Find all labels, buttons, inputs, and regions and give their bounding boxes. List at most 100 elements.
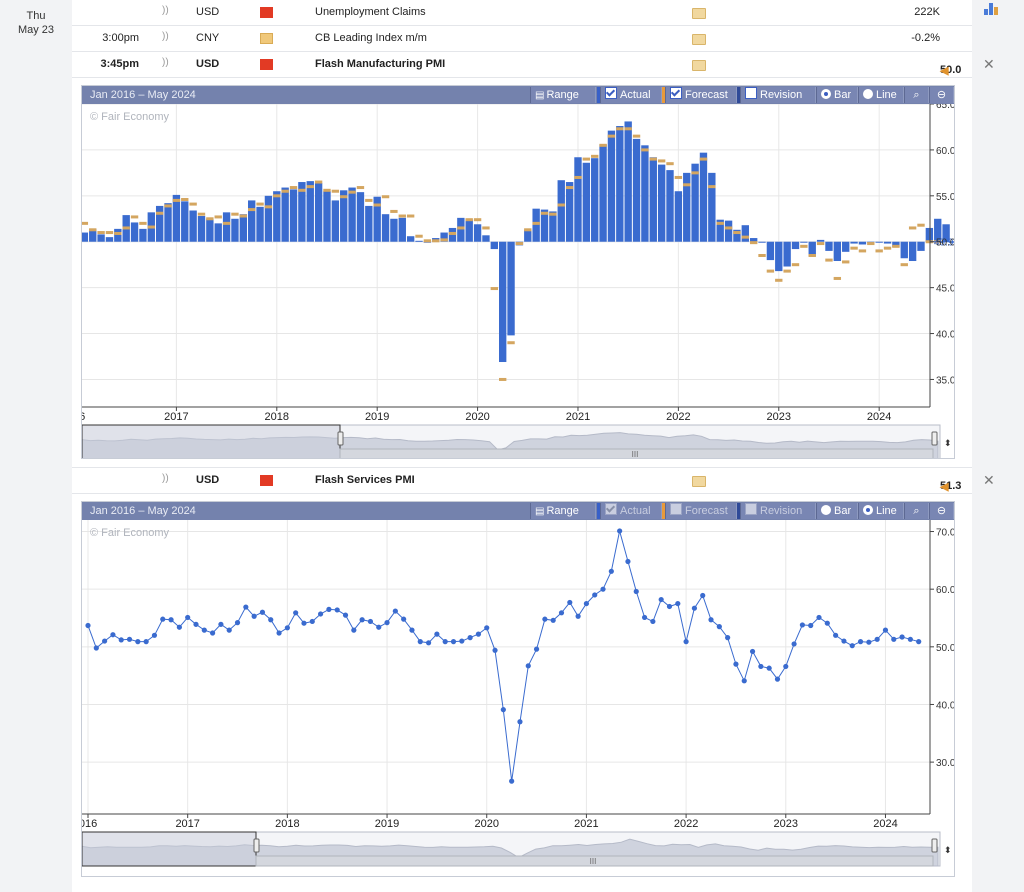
forecast-tick: [440, 238, 448, 242]
data-point: [633, 588, 639, 595]
forecast-tick: [239, 214, 248, 218]
forecast-tick: [172, 198, 181, 202]
magnifier-icon: ⌕: [913, 89, 920, 101]
data-point: [749, 648, 756, 655]
event-row-unemployment[interactable]: )) USD Unemployment Claims 222K: [72, 0, 972, 26]
close-chart-icon[interactable]: ✕: [983, 56, 995, 73]
forecast-tick: [306, 185, 314, 189]
data-point: [118, 637, 124, 643]
event-title[interactable]: Unemployment Claims: [315, 6, 426, 18]
event-title[interactable]: Flash Manufacturing PMI: [315, 58, 445, 70]
series-line: [87, 530, 919, 782]
x-tick-label: 2022: [674, 818, 698, 830]
forecast-tick: [231, 212, 239, 216]
detail-folder-icon[interactable]: [692, 34, 706, 45]
bar-actual: [172, 194, 181, 242]
data-point: [459, 638, 465, 644]
bar-actual: [331, 200, 340, 242]
line-mode-radio[interactable]: Line: [858, 87, 904, 103]
low-impact-icon[interactable]: [260, 33, 273, 44]
navigator-handle-left: [253, 838, 260, 853]
bar-actual: [97, 234, 105, 242]
actual-label: Actual: [620, 89, 651, 101]
forecast-tick: [758, 254, 766, 257]
bar-actual: [724, 220, 733, 242]
bar-actual: [591, 158, 599, 242]
line-mode-radio[interactable]: Line: [858, 503, 904, 519]
zoom-in-button[interactable]: ⌕: [904, 503, 929, 519]
bar-actual: [189, 210, 197, 242]
forecast-tick: [197, 212, 206, 216]
zoom-out-button[interactable]: ⊖: [929, 503, 954, 519]
data-point: [492, 647, 498, 653]
high-impact-icon[interactable]: [260, 7, 273, 18]
sound-icon[interactable]: )): [162, 31, 169, 42]
bar-actual: [164, 203, 172, 242]
data-point: [276, 630, 282, 636]
bar-actual: [925, 227, 934, 242]
bar-actual: [181, 201, 189, 242]
chart-bars-icon[interactable]: [984, 3, 998, 15]
event-row-flash-manufacturing[interactable]: 3:45pm )) USD Flash Manufacturing PMI 50…: [72, 52, 972, 78]
data-point: [143, 639, 149, 645]
event-row-flash-services[interactable]: )) USD Flash Services PMI 51.3 ◀: [72, 467, 972, 494]
forecast-label: Forecast: [685, 505, 728, 517]
forecast-tick: [808, 254, 816, 257]
data-point: [102, 638, 108, 644]
detail-folder-icon[interactable]: [692, 60, 706, 71]
bar-actual: [641, 145, 649, 242]
forecast-tick: [499, 377, 507, 381]
navigator-handle-right: [931, 838, 938, 853]
bar-label: Bar: [834, 505, 852, 517]
data-point: [824, 620, 830, 626]
sound-icon[interactable]: )): [162, 57, 169, 68]
data-point: [409, 627, 415, 633]
bar-actual: [524, 229, 532, 242]
sound-icon[interactable]: )): [162, 5, 169, 16]
magnifier-icon: ⌕: [913, 505, 920, 517]
bar-actual: [599, 144, 607, 242]
forecast-toggle[interactable]: Forecast: [665, 87, 737, 103]
bar-mode-radio[interactable]: Bar: [816, 87, 858, 103]
data-point: [317, 611, 324, 617]
revision-toggle[interactable]: Revision: [740, 87, 816, 103]
forecast-tick: [749, 241, 758, 245]
detail-folder-icon[interactable]: [692, 476, 706, 487]
event-time: 3:00pm: [102, 32, 139, 44]
bar-actual: [105, 237, 114, 242]
event-title[interactable]: CB Leading Index m/m: [315, 32, 427, 44]
revision-toggle[interactable]: Revision: [740, 503, 816, 519]
bar-actual: [499, 241, 507, 363]
data-point: [193, 621, 199, 627]
bar-actual: [900, 241, 908, 259]
event-title[interactable]: Flash Services PMI: [315, 474, 415, 486]
high-impact-icon[interactable]: [260, 59, 273, 70]
data-point: [301, 620, 307, 626]
y-tick-label: 55.0: [936, 192, 954, 203]
bar-actual: [482, 235, 490, 242]
zoom-in-button[interactable]: ⌕: [904, 87, 929, 103]
range-button[interactable]: ▤ Range: [530, 87, 596, 103]
zoom-out-button[interactable]: ⊖: [929, 87, 954, 103]
bar-actual: [356, 192, 365, 242]
forecast-tick: [415, 234, 423, 238]
revision-label: Revision: [760, 89, 803, 101]
range-button[interactable]: ▤ Range: [530, 503, 596, 519]
right-column: [972, 0, 1024, 892]
actual-toggle[interactable]: Actual: [600, 503, 662, 519]
calendar-icon: ▤: [535, 90, 545, 101]
high-impact-icon[interactable]: [260, 475, 273, 486]
forecast-tick: [892, 244, 900, 248]
magnifier-minus-icon: ⊖: [936, 505, 947, 517]
forecast-toggle[interactable]: Forecast: [665, 503, 737, 519]
data-point: [899, 634, 905, 640]
bar-mode-radio[interactable]: Bar: [816, 503, 858, 519]
actual-toggle[interactable]: Actual: [600, 87, 662, 103]
x-tick-label: 2019: [375, 818, 399, 830]
forecast-tick: [549, 212, 557, 216]
sound-icon[interactable]: )): [162, 473, 169, 484]
event-row-cb-leading[interactable]: 3:00pm )) CNY CB Leading Index m/m -0.2%: [72, 26, 972, 52]
close-chart-icon[interactable]: ✕: [983, 472, 995, 489]
detail-folder-icon[interactable]: [692, 8, 706, 19]
forecast-tick: [122, 226, 130, 230]
